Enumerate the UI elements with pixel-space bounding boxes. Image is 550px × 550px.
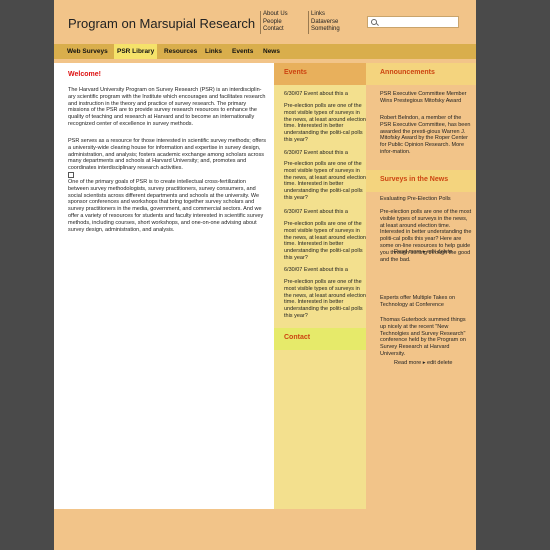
event-body: Pre-election polls are one of the most v… <box>284 103 366 143</box>
announcements-title: Announcements <box>380 69 435 76</box>
news-headline[interactable]: Evaluating Pre-Election Polls <box>380 196 472 203</box>
intro-paragraph: The Harvard University Program on Survey… <box>68 87 266 127</box>
read-more-link[interactable]: Read more ▸ edit delete <box>394 249 452 255</box>
something-link[interactable]: Something <box>311 26 340 34</box>
news-body: Pre-election polls are one of the most v… <box>380 209 472 263</box>
nav-psr-library[interactable]: PSR Library <box>114 44 158 59</box>
event-date[interactable]: 6/30/07 Event about this a <box>284 150 368 157</box>
events-header: Events <box>274 63 366 85</box>
contact-link[interactable]: Contact <box>263 26 288 34</box>
site-title[interactable]: Program on Marsupial Research <box>68 16 255 31</box>
event-body: Pre-election polls are one of the most v… <box>284 221 366 261</box>
nav-links[interactable]: Links <box>205 44 222 59</box>
news-header: Surveys in the News <box>366 170 476 192</box>
header: Program on Marsupial Research About Us P… <box>54 0 476 42</box>
announcement-body: Robert Belndon, a member of the PSR Exec… <box>380 115 471 155</box>
nav-web-surveys[interactable]: Web Surveys <box>67 44 108 59</box>
goals-paragraph: One of the primary goals of PSR is to cr… <box>68 179 264 233</box>
event-body: Pre-election polls are one of the most v… <box>284 279 366 319</box>
news-headline[interactable]: Experts offer Multiple Takes on Technolo… <box>380 295 472 309</box>
header-links-primary: About Us People Contact <box>260 11 288 34</box>
news-body: Thomas Guterbock summed things up nicely… <box>380 317 466 357</box>
search-input[interactable] <box>367 16 459 28</box>
header-links-secondary: Links Dataverse Something <box>308 11 340 34</box>
nav-events[interactable]: Events <box>232 44 253 59</box>
people-link[interactable]: People <box>263 19 288 27</box>
search-icon <box>371 19 377 25</box>
event-body: Pre-election polls are one of the most v… <box>284 161 366 201</box>
announcements-header: Announcements <box>366 63 476 85</box>
right-column: Announcements PSR Executive Committee Me… <box>366 63 476 509</box>
events-title: Events <box>284 69 307 76</box>
about-us-link[interactable]: About Us <box>263 11 288 19</box>
announcement-headline[interactable]: PSR Executive Committee Member Wins Pres… <box>380 91 472 105</box>
event-date[interactable]: 6/30/07 Event about this a <box>284 267 368 274</box>
embed-icon <box>68 172 74 178</box>
read-more-link[interactable]: Read more ▸ edit delete <box>394 360 452 366</box>
page: Program on Marsupial Research About Us P… <box>54 0 476 550</box>
event-date[interactable]: 6/30/07 Event about this a <box>284 91 368 98</box>
welcome-heading: Welcome! <box>68 71 101 78</box>
news-title: Surveys in the News <box>380 176 449 183</box>
contact-header: Contact <box>274 328 366 350</box>
nav-resources[interactable]: Resources <box>164 44 197 59</box>
contact-title[interactable]: Contact <box>284 334 310 341</box>
main-nav: Web Surveys PSR Library Resources Links … <box>54 44 476 59</box>
nav-news[interactable]: News <box>263 44 280 59</box>
events-column: Events 6/30/07 Event about this a Pre-el… <box>274 63 366 509</box>
dataverse-link[interactable]: Dataverse <box>311 19 340 27</box>
services-paragraph: PSR serves as a resource for those inter… <box>68 138 266 172</box>
links-link[interactable]: Links <box>311 11 340 19</box>
main-content: Welcome! The Harvard University Program … <box>54 63 274 509</box>
event-date[interactable]: 6/30/07 Event about this a <box>284 209 368 216</box>
